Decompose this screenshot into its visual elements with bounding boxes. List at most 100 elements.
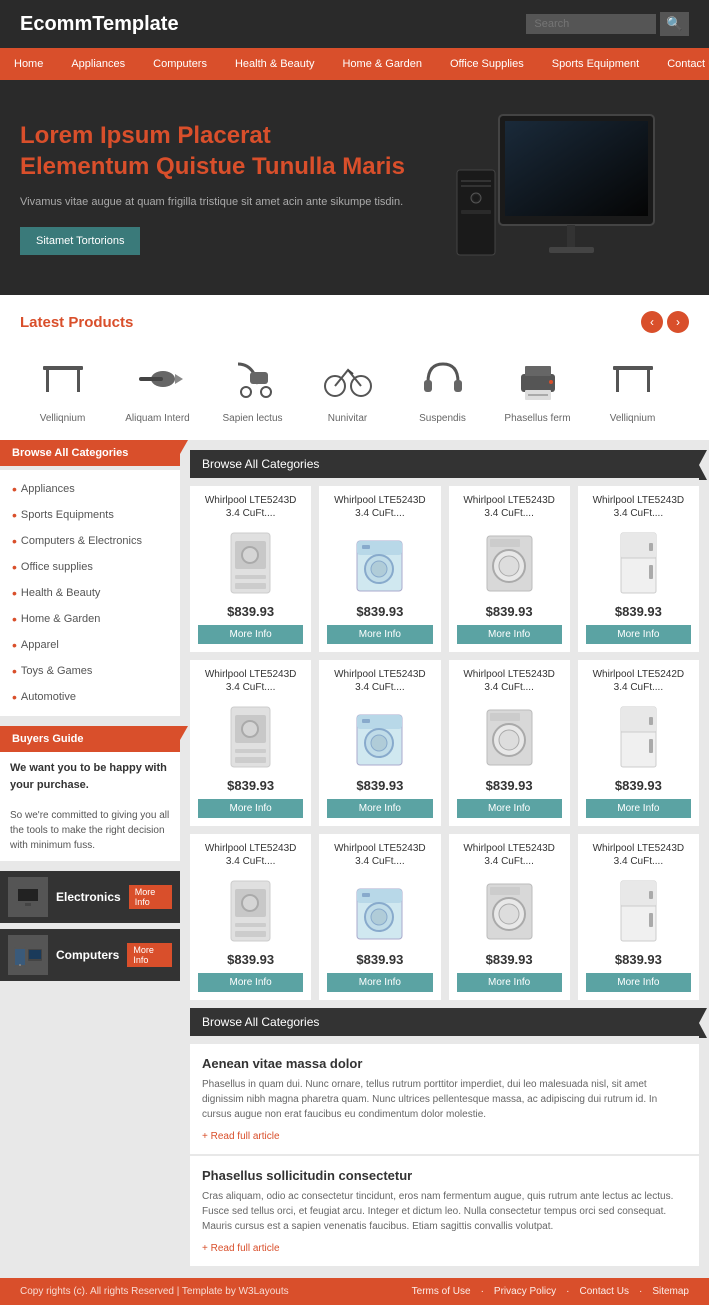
product-more-info-button[interactable]: More Info [327, 973, 432, 992]
nav-item-appliances[interactable]: Appliances [57, 48, 139, 80]
carousel-item-label: Phasellus ferm [495, 413, 580, 424]
drill-icon [128, 349, 188, 409]
product-more-info-button[interactable]: More Info [198, 625, 303, 644]
sidebar-categories: AppliancesSports EquipmentsComputers & E… [0, 470, 180, 716]
buyers-guide-text: We want you to be happy with your purcha… [0, 752, 180, 861]
sidebar-category-item[interactable]: Home & Garden [0, 606, 180, 632]
footer-link-separator: · [566, 1286, 569, 1297]
electronics-promo-label: Electronics [56, 890, 121, 904]
product-more-info-button[interactable]: More Info [586, 973, 691, 992]
product-more-info-button[interactable]: More Info [198, 973, 303, 992]
promo-card-computers: Computers More Info [0, 929, 180, 981]
articles-section: Browse All Categories Aenean vitae massa… [190, 1008, 699, 1266]
carousel-item: Nunivitar [305, 349, 390, 424]
computers-promo-label: Computers [56, 948, 119, 962]
product-more-info-button[interactable]: More Info [457, 799, 562, 818]
nav-item-office-supplies[interactable]: Office Supplies [436, 48, 538, 80]
nav-item-home-and-garden[interactable]: Home & Garden [328, 48, 435, 80]
product-image [457, 876, 562, 946]
article-text: Phasellus in quam dui. Nunc ornare, tell… [202, 1077, 687, 1122]
product-more-info-button[interactable]: More Info [457, 625, 562, 644]
next-arrow-button[interactable]: › [667, 311, 689, 333]
nav-item-sports-equipment[interactable]: Sports Equipment [538, 48, 653, 80]
latest-products-title: Latest Products [20, 314, 133, 331]
footer-link[interactable]: Terms of Use [412, 1286, 471, 1297]
product-section: Browse All Categories Whirlpool LTE5243D… [180, 440, 709, 1278]
buyers-guide-body: So we're committed to giving you all the… [10, 810, 169, 851]
product-more-info-button[interactable]: More Info [198, 799, 303, 818]
footer-link[interactable]: Contact Us [580, 1286, 629, 1297]
read-more-link[interactable]: + Read full article [202, 1243, 280, 1254]
footer-link[interactable]: Privacy Policy [494, 1286, 556, 1297]
sidebar-category-item[interactable]: Health & Beauty [0, 580, 180, 606]
product-card: Whirlpool LTE5243D 3.4 CuFt.... $839.93 … [449, 660, 570, 826]
section-header: Latest Products ‹ › [20, 311, 689, 333]
product-image [586, 528, 691, 598]
stroller-icon [223, 349, 283, 409]
product-image [457, 528, 562, 598]
product-card: Whirlpool LTE5243D 3.4 CuFt.... $839.93 … [578, 486, 699, 652]
sidebar-category-item[interactable]: Automotive [0, 684, 180, 710]
electronics-more-info-button[interactable]: More Info [129, 885, 172, 909]
buyers-guide-header: Buyers Guide [0, 726, 180, 752]
sidebar-category-item[interactable]: Apparel [0, 632, 180, 658]
carousel-item-label: Sapien lectus [210, 413, 295, 424]
sidebar-category-item[interactable]: Office supplies [0, 554, 180, 580]
product-card: Whirlpool LTE5243D 3.4 CuFt.... $839.93 … [190, 834, 311, 1000]
carousel-nav: ‹ › [641, 311, 689, 333]
product-title: Whirlpool LTE5243D 3.4 CuFt.... [457, 668, 562, 696]
carousel-item-label: Velliqnium [20, 413, 105, 424]
article-item: Aenean vitae massa dolor Phasellus in qu… [190, 1044, 699, 1154]
sidebar-category-item[interactable]: Appliances [0, 476, 180, 502]
article-text: Cras aliquam, odio ac consectetur tincid… [202, 1189, 687, 1234]
sidebar-category-item[interactable]: Computers & Electronics [0, 528, 180, 554]
sidebar-category-item[interactable]: Toys & Games [0, 658, 180, 684]
product-price: $839.93 [586, 778, 691, 793]
hero-text: Lorem Ipsum Placerat Elementum Quistue T… [20, 120, 429, 256]
computers-more-info-button[interactable]: More Info [127, 943, 172, 967]
product-image [327, 876, 432, 946]
product-more-info-button[interactable]: More Info [327, 799, 432, 818]
nav-item-computers[interactable]: Computers [139, 48, 221, 80]
product-price: $839.93 [327, 952, 432, 967]
sidebar: Browse All Categories AppliancesSports E… [0, 440, 180, 1278]
product-price: $839.93 [198, 604, 303, 619]
product-price: $839.93 [457, 604, 562, 619]
product-title: Whirlpool LTE5243D 3.4 CuFt.... [327, 494, 432, 522]
prev-arrow-button[interactable]: ‹ [641, 311, 663, 333]
footer-links: Terms of Use·Privacy Policy·Contact Us·S… [412, 1286, 689, 1297]
product-more-info-button[interactable]: More Info [457, 973, 562, 992]
product-card: Whirlpool LTE5242D 3.4 CuFt.... $839.93 … [578, 660, 699, 826]
product-card: Whirlpool LTE5243D 3.4 CuFt.... $839.93 … [449, 834, 570, 1000]
main-nav: HomeAppliancesComputersHealth & BeautyHo… [0, 48, 709, 80]
nav-item-home[interactable]: Home [0, 48, 57, 80]
product-more-info-button[interactable]: More Info [327, 625, 432, 644]
table-icon [33, 349, 93, 409]
product-image [327, 528, 432, 598]
product-card: Whirlpool LTE5243D 3.4 CuFt.... $839.93 … [449, 486, 570, 652]
nav-item-health-and-beauty[interactable]: Health & Beauty [221, 48, 329, 80]
product-title: Whirlpool LTE5243D 3.4 CuFt.... [457, 494, 562, 522]
product-price: $839.93 [198, 778, 303, 793]
product-more-info-button[interactable]: More Info [586, 799, 691, 818]
sidebar-category-item[interactable]: Sports Equipments [0, 502, 180, 528]
nav-item-contact-us[interactable]: Contact Us [653, 48, 709, 80]
product-price: $839.93 [586, 604, 691, 619]
product-image [198, 702, 303, 772]
search-button[interactable]: 🔍 [660, 12, 689, 36]
carousel-item: Phasellus ferm [495, 349, 580, 424]
footer-link[interactable]: Sitemap [652, 1286, 689, 1297]
search-input[interactable] [526, 14, 656, 34]
hero-section: Lorem Ipsum Placerat Elementum Quistue T… [0, 80, 709, 295]
table-icon [603, 349, 663, 409]
hero-title: Lorem Ipsum Placerat Elementum Quistue T… [20, 120, 429, 182]
hero-button[interactable]: Sitamet Tortorions [20, 227, 140, 255]
bicycle-icon [318, 349, 378, 409]
read-more-link[interactable]: + Read full article [202, 1131, 280, 1142]
product-more-info-button[interactable]: More Info [586, 625, 691, 644]
article-title: Aenean vitae massa dolor [202, 1056, 687, 1071]
product-price: $839.93 [327, 604, 432, 619]
site-logo: EcommTemplate [20, 13, 179, 36]
latest-products-section: Latest Products ‹ › VelliqniumAliquam In… [0, 295, 709, 440]
product-image [327, 702, 432, 772]
